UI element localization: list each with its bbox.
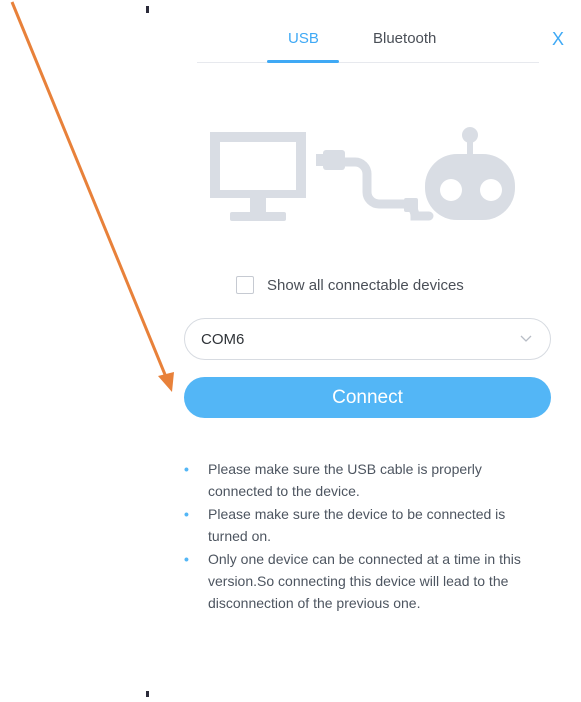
tips-list: • Please make sure the USB cable is prop…	[184, 458, 564, 615]
monitor-icon	[210, 132, 306, 221]
robot-icon	[425, 127, 515, 220]
port-select[interactable]: COM6	[184, 318, 551, 360]
chevron-down-icon	[520, 335, 532, 342]
usb-cable-icon	[316, 150, 434, 221]
usb-connection-illustration	[210, 127, 515, 221]
show-all-devices-checkbox[interactable]	[236, 276, 254, 294]
port-select-value: COM6	[201, 331, 245, 348]
tab-bar: USB Bluetooth	[197, 0, 539, 63]
bullet-icon: •	[184, 461, 189, 477]
corner-mark-bottom	[146, 691, 149, 697]
tip-text: Please make sure the device to be connec…	[208, 506, 506, 544]
tab-bluetooth[interactable]: Bluetooth	[373, 30, 436, 47]
close-icon[interactable]: X	[552, 29, 564, 49]
tip-item: • Only one device can be connected at a …	[184, 548, 564, 614]
connection-panel: USB Bluetooth X Show all connectable dev…	[150, 0, 581, 702]
tip-item: • Please make sure the device to be conn…	[184, 503, 564, 547]
tip-text: Please make sure the USB cable is proper…	[208, 461, 482, 499]
tip-item: • Please make sure the USB cable is prop…	[184, 458, 564, 502]
corner-mark-top	[146, 6, 149, 13]
connect-button[interactable]: Connect	[184, 377, 551, 418]
bullet-icon: •	[184, 551, 189, 567]
bullet-icon: •	[184, 506, 189, 522]
active-tab-indicator	[267, 60, 339, 63]
tip-text: Only one device can be connected at a ti…	[208, 551, 521, 611]
show-all-devices-row: Show all connectable devices	[236, 276, 464, 294]
tab-usb[interactable]: USB	[288, 30, 319, 47]
show-all-devices-label: Show all connectable devices	[267, 276, 464, 294]
